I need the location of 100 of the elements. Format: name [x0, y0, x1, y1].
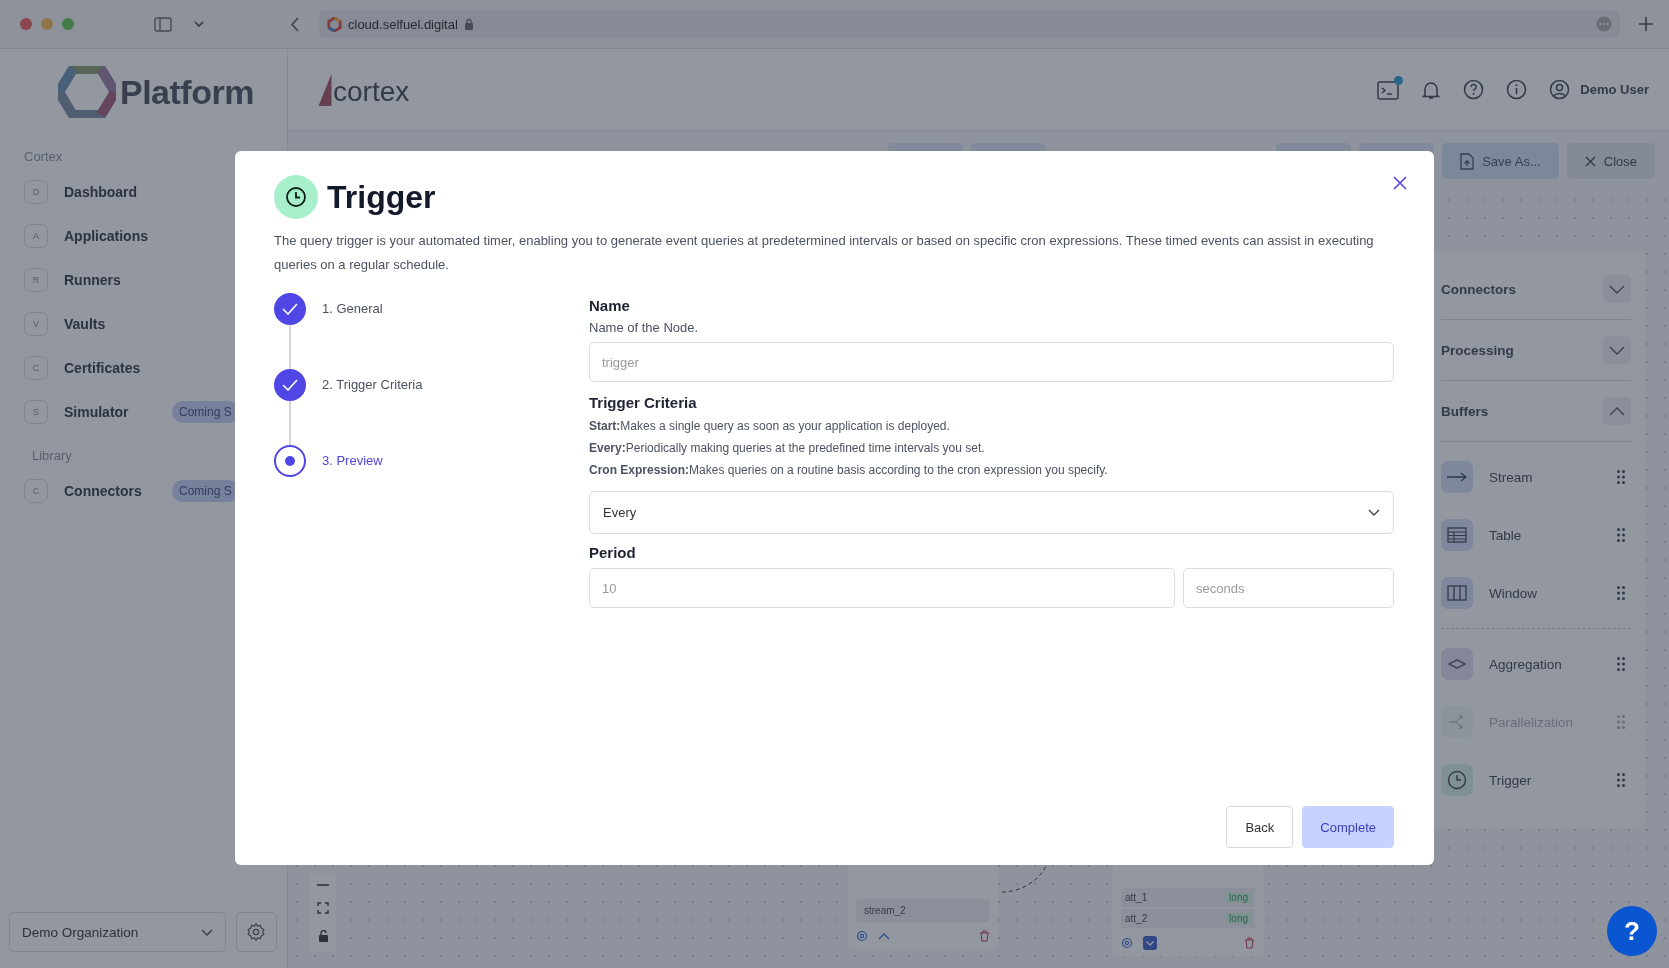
palette-section-title: Connectors: [1441, 281, 1516, 297]
minimize-window-dot[interactable]: [41, 18, 53, 30]
field-label: Trigger Criteria: [589, 394, 698, 411]
criteria-description: Start:Makes a single query as soon as your application is deployed.: [589, 419, 951, 433]
attribute-name: att_2: [1125, 913, 1148, 924]
drag-handle-icon[interactable]: [1617, 470, 1625, 484]
nav-label: Certificates: [64, 360, 142, 376]
diamond-icon: [1448, 659, 1466, 669]
settings-icon: [246, 922, 267, 942]
drag-handle-icon[interactable]: [1617, 773, 1625, 787]
dialog-title: Trigger: [327, 178, 436, 216]
address-bar[interactable]: cloud.selfuel.digital: [319, 10, 1620, 38]
chevron-up-icon: [1609, 406, 1625, 416]
complete-button[interactable]: Complete: [1302, 806, 1394, 848]
more-icon[interactable]: [1596, 16, 1612, 32]
palette-item[interactable]: Window: [1441, 564, 1631, 622]
nav-label: Connectors: [64, 483, 143, 499]
user-icon: [1549, 79, 1571, 100]
node-name-field[interactable]: stream_2: [856, 899, 990, 922]
palette-section-title: Processing: [1441, 342, 1514, 358]
step-item[interactable]: 3. Preview: [274, 445, 589, 477]
section-title: Library: [31, 447, 73, 465]
info-icon[interactable]: [1506, 79, 1528, 100]
chevron-down-icon: [1609, 345, 1625, 355]
url-text: cloud.selfuel.digital: [348, 16, 458, 32]
connector-line: [1000, 864, 1048, 894]
settings-icon[interactable]: [1121, 937, 1133, 949]
settings-button[interactable]: [235, 912, 277, 952]
chevron-down-icon: [1609, 284, 1625, 294]
cortex-logo-text: cortex: [333, 77, 410, 106]
platform-logo-text: Platform: [120, 72, 254, 112]
terminal-icon[interactable]: [1377, 79, 1400, 100]
fit-view-icon[interactable]: [317, 902, 329, 914]
help-icon[interactable]: [1463, 79, 1485, 100]
organization-select[interactable]: Demo Organization: [9, 912, 226, 952]
nav-label: Dashboard: [64, 184, 139, 200]
check-icon: [282, 303, 298, 315]
back-button[interactable]: Back: [1226, 806, 1294, 848]
name-input[interactable]: trigger: [589, 342, 1394, 382]
section-title: Cortex: [23, 148, 64, 166]
back-icon[interactable]: [290, 16, 299, 32]
criteria-select[interactable]: Every: [589, 491, 1394, 534]
attribute-name: att_1: [1125, 892, 1148, 903]
chevron-down-icon: [200, 928, 213, 936]
platform-logo-icon: [58, 66, 116, 118]
close-icon: [1584, 155, 1596, 167]
unit-input[interactable]: seconds: [1183, 568, 1394, 608]
save-as-button[interactable]: Save As...: [1442, 143, 1559, 179]
attribute-type: long: [1226, 892, 1251, 903]
sidebar-toggle-icon[interactable]: [154, 16, 172, 32]
chevron-down-icon[interactable]: [1143, 936, 1157, 950]
drag-handle-icon[interactable]: [1617, 657, 1625, 671]
close-window-dot[interactable]: [20, 18, 32, 30]
palette-item[interactable]: Stream: [1441, 448, 1631, 506]
field-label: Period: [589, 544, 637, 561]
clock-icon: [1447, 770, 1467, 790]
settings-icon[interactable]: [856, 930, 868, 942]
drag-handle-icon[interactable]: [1617, 528, 1625, 542]
chevron-down-icon: [1368, 509, 1380, 516]
table-icon: [1447, 527, 1467, 543]
field-label: Name: [589, 297, 631, 314]
nav-label: Applications: [64, 228, 149, 244]
site-icon: [327, 16, 342, 32]
bell-icon[interactable]: [1421, 79, 1442, 100]
nav-label: Vaults: [64, 316, 107, 332]
chevron-down-icon[interactable]: [194, 20, 204, 28]
palette-item[interactable]: Aggregation: [1441, 635, 1631, 693]
palette-item[interactable]: Trigger: [1441, 751, 1631, 809]
check-icon: [282, 379, 298, 391]
period-input[interactable]: 10: [589, 568, 1175, 608]
expand-button[interactable]: [1603, 336, 1631, 364]
expand-button[interactable]: [1603, 397, 1631, 425]
attribute-type: long: [1226, 913, 1251, 924]
drag-handle-icon[interactable]: [1617, 586, 1625, 600]
field-hint: Name of the Node.: [589, 320, 700, 335]
cortex-logo-icon: [318, 73, 332, 106]
nav-label: Simulator: [64, 404, 130, 420]
file-icon: [1460, 152, 1475, 170]
palette-item[interactable]: Table: [1441, 506, 1631, 564]
step-item[interactable]: 2. Trigger Criteria: [274, 369, 589, 445]
arrow-right-icon: [1447, 472, 1467, 482]
nav-label: Runners: [64, 272, 122, 288]
step-item[interactable]: 1. General: [274, 293, 589, 369]
columns-icon: [1447, 585, 1467, 601]
new-tab-icon[interactable]: [1639, 17, 1653, 31]
chevron-up-icon[interactable]: [878, 932, 890, 940]
criteria-description: Cron Expression:Makes queries on a routine basis according to the cron expression you specify.: [589, 463, 1109, 477]
lock-icon[interactable]: [317, 930, 329, 942]
palette-section-title: Buffers: [1441, 403, 1489, 419]
trash-icon[interactable]: [1244, 937, 1255, 949]
criteria-description: Every:Periodically making queries at the predefined time intervals you set.: [589, 441, 986, 455]
close-icon: [1393, 176, 1407, 190]
expand-button[interactable]: [1603, 275, 1631, 303]
user-menu[interactable]: Demo User: [1549, 79, 1649, 100]
lock-icon: [463, 18, 474, 30]
dialog-description: The query trigger is your automated timer, enabling you to generate event queries at predetermined intervals or based on specific cron expressions. These timed events can assist in executing queries on a regular schedule.: [274, 232, 1375, 274]
zoom-window-dot[interactable]: [62, 18, 74, 30]
clock-icon: [274, 175, 318, 219]
close-button[interactable]: Close: [1566, 143, 1655, 179]
trash-icon[interactable]: [979, 930, 990, 942]
